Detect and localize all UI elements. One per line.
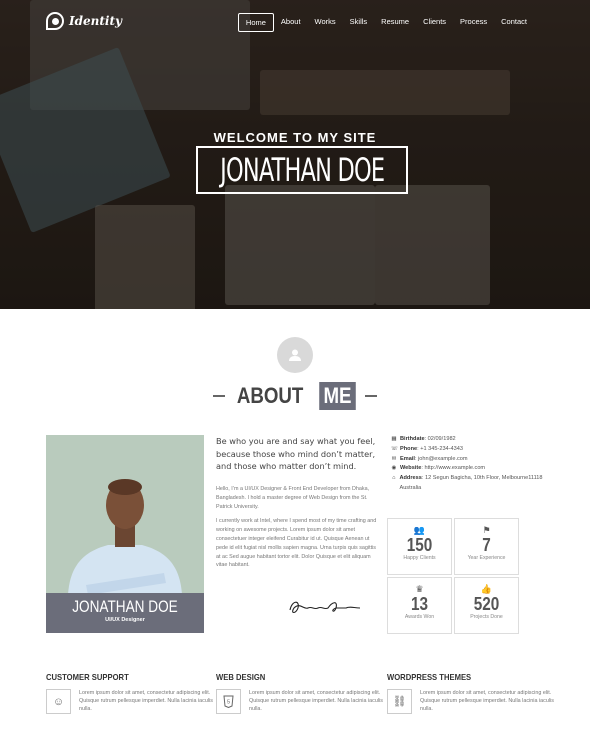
envelope-icon: ✉ <box>391 455 397 462</box>
info-key: Birthdate <box>400 436 425 442</box>
stat-happy-clients: 👥 150 Happy Clients <box>387 518 452 575</box>
photo-role: UI/UX Designer <box>105 617 145 623</box>
info-key: Website <box>400 465 422 472</box>
service-title: WEB DESIGN <box>216 672 266 682</box>
stats-grid: 👥 150 Happy Clients ⚑ 7 Year Experience … <box>387 518 520 634</box>
hero-section: Identity Home About Works Skills Resume … <box>0 0 590 309</box>
nav-item-skills[interactable]: Skills <box>343 13 375 32</box>
photo-caption: JONATHAN DOE UI/UX Designer <box>46 593 204 633</box>
info-row-birthdate: ▦ Birthdate: 02/09/1982 <box>391 435 551 445</box>
about-title-me: ME <box>318 382 356 410</box>
info-row-email: ✉ Email: john@example.com <box>391 455 551 465</box>
info-key: Phone <box>400 445 418 452</box>
profile-photo: JONATHAN DOE UI/UX Designer <box>46 435 204 633</box>
link-icon: ⛓ <box>387 689 412 714</box>
logo-icon <box>46 12 64 30</box>
service-customer-support: CUSTOMER SUPPORT ☺ Lorem ipsum dolor sit… <box>46 672 213 714</box>
trophy-icon: ♛ <box>415 584 424 594</box>
person-illustration <box>68 479 182 595</box>
nav-item-resume[interactable]: Resume <box>374 13 416 32</box>
info-value[interactable]: : http://www.example.com <box>421 465 485 471</box>
about-user-icon <box>277 337 313 373</box>
service-text: Lorem ipsum dolor sit amet, consectetur … <box>420 690 554 713</box>
info-row-phone: ☏ Phone: +1 345-234-4343 <box>391 445 551 455</box>
calendar-icon: ▦ <box>391 436 397 442</box>
stat-year-experience: ⚑ 7 Year Experience <box>454 518 519 575</box>
service-wordpress-themes: WORDPRESS THEMES ⛓ Lorem ipsum dolor sit… <box>387 672 554 714</box>
nav-item-about[interactable]: About <box>274 13 308 32</box>
service-web-design: WEB DESIGN 5 Lorem ipsum dolor sit amet,… <box>216 672 383 714</box>
stat-value: 13 <box>410 594 429 614</box>
users-icon: 👥 <box>413 525 426 535</box>
info-value[interactable]: : john@example.com <box>415 456 468 462</box>
stat-value: 150 <box>406 535 433 555</box>
globe-icon: ◉ <box>391 465 397 472</box>
title-dash-right <box>364 395 377 397</box>
info-key: Address <box>399 475 422 482</box>
svg-text:5: 5 <box>227 700 230 706</box>
flag-icon: ⚑ <box>482 525 491 535</box>
stat-awards-won: ♛ 13 Awards Won <box>387 577 452 634</box>
stat-label: Projects Done <box>470 614 503 620</box>
service-title: CUSTOMER SUPPORT <box>46 672 129 682</box>
info-value: : 02/09/1982 <box>424 436 456 442</box>
nav-item-contact[interactable]: Contact <box>494 13 534 32</box>
stat-label: Happy Clients <box>403 555 436 561</box>
bio-paragraph-1: Hello, I’m a UI/UX Designer & Front End … <box>216 486 370 510</box>
title-dash-left <box>213 395 226 397</box>
about-quote: Be who you are and say what you feel, be… <box>216 436 376 471</box>
info-row-website: ◉ Website: http://www.example.com <box>391 464 551 474</box>
stat-value: 520 <box>473 594 500 614</box>
hero-welcome: WELCOME TO MY SITE <box>213 130 377 145</box>
info-key: Email <box>400 455 415 462</box>
bio-paragraph-2: I currently work at Intel, where I spend… <box>216 518 377 569</box>
photo-name: JONATHAN DOE <box>72 597 178 616</box>
logo-text: Identity <box>69 14 122 28</box>
stat-projects-done: 👍 520 Projects Done <box>454 577 519 634</box>
stat-value: 7 <box>482 535 491 555</box>
service-text: Lorem ipsum dolor sit amet, consectetur … <box>249 690 383 713</box>
top-navigation: Identity Home About Works Skills Resume … <box>0 0 590 42</box>
info-row-address: ⌂ Address: 12 Segun Bagicha, 10th Floor, … <box>391 474 551 494</box>
phone-icon: ☏ <box>391 445 398 452</box>
service-text: Lorem ipsum dolor sit amet, consectetur … <box>79 690 213 713</box>
nav-item-clients[interactable]: Clients <box>416 13 453 32</box>
signature <box>289 601 361 614</box>
smile-icon: ☺ <box>46 689 71 714</box>
hero-name: JONATHAN DOE <box>219 151 385 189</box>
nav-item-home[interactable]: Home <box>237 13 274 32</box>
personal-info: ▦ Birthdate: 02/09/1982 ☏ Phone: +1 345-23… <box>391 435 551 494</box>
nav-item-process[interactable]: Process <box>453 13 494 32</box>
service-title: WORDPRESS THEMES <box>387 672 472 682</box>
hero-name-box: JONATHAN DOE <box>196 146 408 194</box>
info-value: : +1 345-234-4343 <box>417 445 463 452</box>
home-icon: ⌂ <box>392 475 396 482</box>
stat-label: Awards Won <box>404 614 435 620</box>
thumbs-up-icon: 👍 <box>480 584 493 594</box>
stat-label: Year Experience <box>467 555 506 561</box>
about-title: ABOUT ME <box>0 382 590 410</box>
about-title-about: ABOUT <box>237 383 304 408</box>
about-bio: Hello, I’m a UI/UX Designer & Front End … <box>216 485 378 576</box>
nav-menu: Home About Works Skills Resume Clients P… <box>237 13 534 32</box>
site-logo[interactable]: Identity <box>46 12 122 30</box>
nav-item-works[interactable]: Works <box>308 13 343 32</box>
html5-icon: 5 <box>216 689 241 714</box>
info-value: : 12 Segun Bagicha, 10th Floor, Melbourn… <box>399 475 543 491</box>
